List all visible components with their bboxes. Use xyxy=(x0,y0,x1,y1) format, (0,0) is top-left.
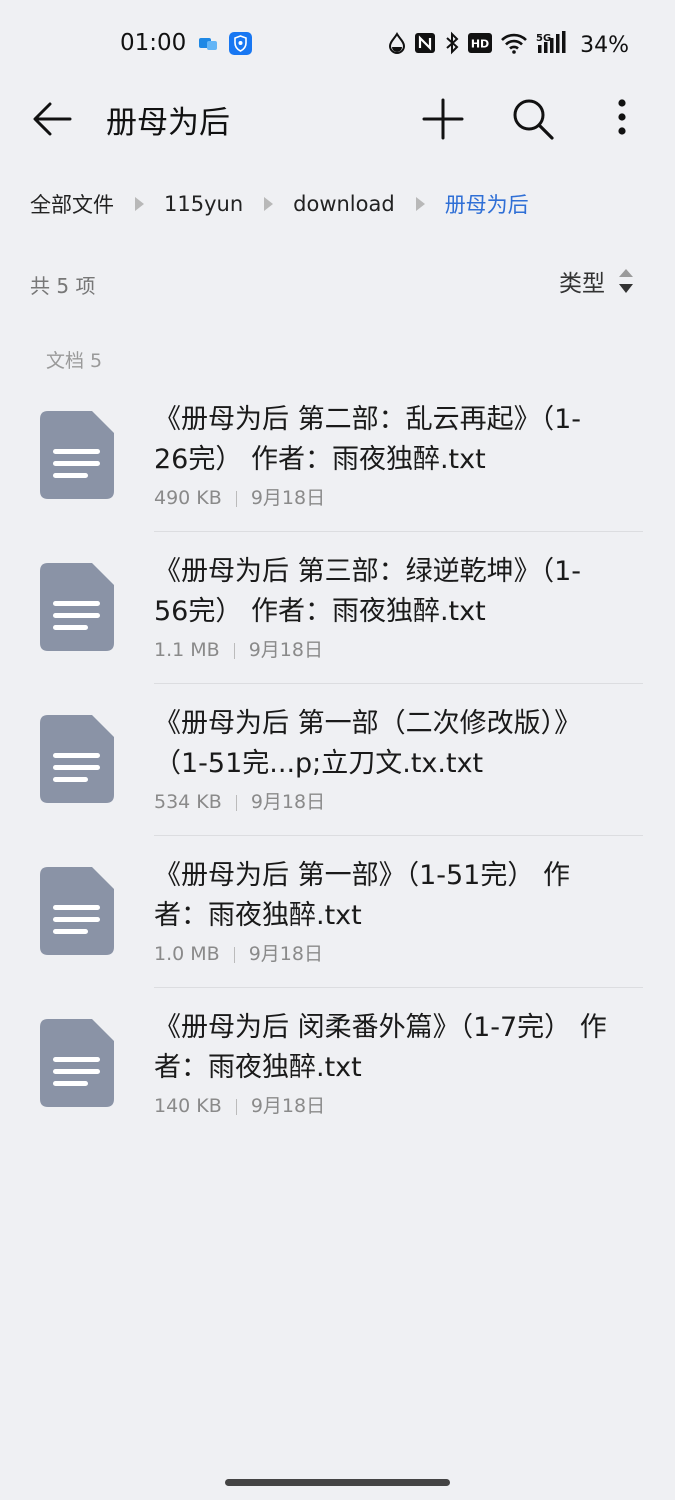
file-list: 《册母为后 第二部：乱云再起》（1-26完） 作者：雨夜独醉.txt 490 K… xyxy=(0,380,675,1140)
file-date: 9月18日 xyxy=(250,1095,326,1117)
item-count: 共 5 项 xyxy=(30,274,96,298)
document-icon xyxy=(40,867,114,955)
file-size: 140 KB xyxy=(154,1095,222,1117)
5g-signal-icon: 5G xyxy=(536,31,570,59)
file-date: 9月18日 xyxy=(248,943,323,965)
meta-separator xyxy=(235,490,237,507)
sort-button[interactable]: 类型 xyxy=(559,264,635,298)
more-vertical-icon xyxy=(618,99,626,135)
breadcrumb-item-115yun[interactable]: 115yun xyxy=(164,192,243,216)
document-icon xyxy=(40,411,114,499)
document-icon xyxy=(40,1019,114,1107)
chevron-right-icon xyxy=(122,194,156,214)
breadcrumb-item-download[interactable]: download xyxy=(293,192,395,216)
file-name: 《册母为后 第三部：绿逆乾坤》（1-56完） 作者：雨夜独醉.txt xyxy=(154,556,582,627)
status-icons: HD 5G 34% xyxy=(388,30,629,60)
file-size: 1.0 MB xyxy=(154,943,220,965)
file-name: 《册母为后 第一部（二次修改版）》（1-51完...p;立刀文.tx.txt xyxy=(154,708,582,779)
search-button[interactable] xyxy=(508,94,558,144)
page-title: 册母为后 xyxy=(106,105,230,141)
file-date: 9月18日 xyxy=(250,791,326,813)
sort-label: 类型 xyxy=(559,271,605,297)
shield-notification-icon xyxy=(229,32,252,55)
meta-separator xyxy=(235,1098,237,1115)
file-meta: 1.0 MB 9月18日 xyxy=(154,939,323,966)
file-meta: 140 KB 9月18日 xyxy=(154,1091,325,1118)
section-header: 文档 5 xyxy=(46,350,103,372)
status-bar: 01:00 HD 5G 34% xyxy=(0,0,675,90)
breadcrumb-item-all-files[interactable]: 全部文件 xyxy=(30,189,114,219)
nfc-icon xyxy=(414,32,436,58)
top-app-bar: 册母为后 xyxy=(0,82,675,154)
file-date: 9月18日 xyxy=(248,639,323,661)
file-row[interactable]: 《册母为后 第二部：乱云再起》（1-26完） 作者：雨夜独醉.txt 490 K… xyxy=(0,380,675,532)
file-size: 1.1 MB xyxy=(154,639,220,661)
file-row[interactable]: 《册母为后 第一部（二次修改版）》（1-51完...p;立刀文.tx.txt 5… xyxy=(0,684,675,836)
back-button[interactable] xyxy=(28,94,78,144)
file-date: 9月18日 xyxy=(250,487,326,509)
file-name: 《册母为后 闵柔番外篇》（1-7完） 作者：雨夜独醉.txt xyxy=(154,1012,607,1083)
document-icon xyxy=(40,715,114,803)
search-icon xyxy=(513,99,554,140)
water-drop-icon xyxy=(388,32,406,58)
wifi-icon xyxy=(500,32,528,58)
file-name: 《册母为后 第一部》（1-51完） 作者：雨夜独醉.txt xyxy=(154,860,570,931)
hd-icon: HD xyxy=(468,33,493,57)
document-icon xyxy=(40,563,114,651)
meta-separator xyxy=(233,642,235,659)
more-options-button[interactable] xyxy=(600,94,644,144)
file-row[interactable]: 《册母为后 第三部：绿逆乾坤》（1-56完） 作者：雨夜独醉.txt 1.1 M… xyxy=(0,532,675,684)
file-name: 《册母为后 第二部：乱云再起》（1-26完） 作者：雨夜独醉.txt xyxy=(154,404,582,475)
breadcrumb: 全部文件 115yun download 册母为后 xyxy=(30,186,529,222)
file-meta: 490 KB 9月18日 xyxy=(154,483,325,510)
bluetooth-icon xyxy=(444,31,460,59)
file-meta: 534 KB 9月18日 xyxy=(154,787,325,814)
file-size: 490 KB xyxy=(154,487,222,509)
file-size: 534 KB xyxy=(154,791,222,813)
chevron-right-icon xyxy=(251,194,285,214)
file-manager-screen: 01:00 HD 5G 34% 册母为后 全部文件 115yun downloa… xyxy=(0,0,675,1500)
file-meta: 1.1 MB 9月18日 xyxy=(154,635,323,662)
meta-separator xyxy=(235,794,237,811)
chat-notification-icon xyxy=(199,36,217,50)
file-row[interactable]: 《册母为后 第一部》（1-51完） 作者：雨夜独醉.txt 1.0 MB 9月18… xyxy=(0,836,675,988)
home-indicator[interactable] xyxy=(225,1479,450,1486)
plus-icon xyxy=(422,98,464,140)
back-arrow-icon xyxy=(33,102,72,136)
chevron-right-icon xyxy=(403,194,437,214)
status-time: 01:00 xyxy=(120,30,187,56)
svg-text:5G: 5G xyxy=(536,33,551,44)
file-row[interactable]: 《册母为后 闵柔番外篇》（1-7完） 作者：雨夜独醉.txt 140 KB 9月1… xyxy=(0,988,675,1140)
sort-toggle-icon xyxy=(619,269,633,293)
meta-separator xyxy=(233,946,235,963)
breadcrumb-item-current[interactable]: 册母为后 xyxy=(445,189,529,219)
battery-level: 34% xyxy=(580,32,629,58)
svg-text:HD: HD xyxy=(471,38,489,51)
add-button[interactable] xyxy=(418,94,468,144)
